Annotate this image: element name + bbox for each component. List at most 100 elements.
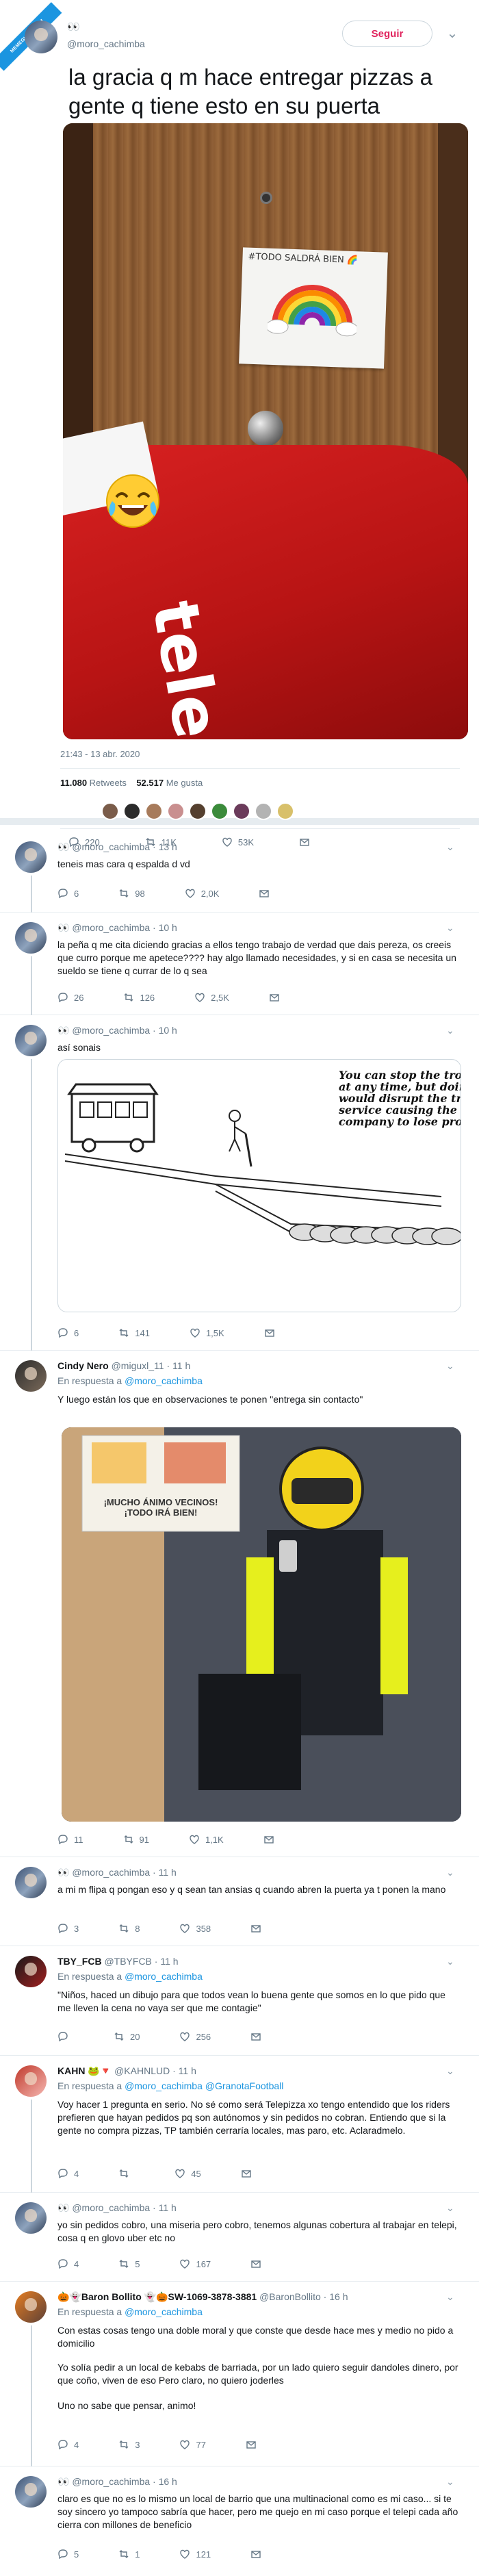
retweet-action[interactable]: 5 xyxy=(118,2258,140,2269)
retweet-action[interactable]: 1 xyxy=(118,2549,140,2560)
reply-action[interactable]: 5 xyxy=(57,2549,79,2560)
chevron-down-icon[interactable]: ⌄ xyxy=(446,1867,454,1878)
liker-avatar[interactable] xyxy=(123,802,141,820)
avatar[interactable] xyxy=(15,1867,47,1898)
avatar[interactable] xyxy=(15,2202,47,2234)
reply-author-name[interactable]: 👀 xyxy=(57,922,69,933)
reply-time[interactable]: 11 h xyxy=(159,1867,177,1878)
like-action[interactable]: 2,0K xyxy=(185,888,219,899)
retweet-action[interactable]: 20 xyxy=(114,2031,140,2042)
trolley-cartoon[interactable]: You can stop the trolley at any time, bu… xyxy=(57,1059,461,1312)
timestamp[interactable]: 21:43 - 13 abr. 2020 xyxy=(60,749,140,759)
liker-avatar[interactable] xyxy=(233,802,250,820)
dm-action[interactable] xyxy=(269,992,280,1003)
liker-avatar[interactable] xyxy=(101,802,119,820)
dm-action[interactable] xyxy=(250,2031,261,2042)
retweet-action[interactable]: 8 xyxy=(118,1923,140,1934)
reply-action[interactable] xyxy=(57,2031,74,2042)
chevron-down-icon[interactable]: ⌄ xyxy=(446,2202,454,2214)
avatar[interactable] xyxy=(15,2291,47,2323)
in-reply-to-handle[interactable]: @moro_cachimba xyxy=(125,1971,203,1982)
reply-handle[interactable]: @miguxl_11 xyxy=(112,1360,164,1371)
chevron-down-icon[interactable]: ⌄ xyxy=(446,2476,454,2488)
in-reply-to-handle[interactable]: @moro_cachimba @GranotaFootball xyxy=(125,2080,283,2091)
chevron-down-icon[interactable]: ⌄ xyxy=(446,841,454,853)
retweet-action[interactable]: 141 xyxy=(118,1327,150,1338)
like-action[interactable]: 1,5K xyxy=(190,1327,224,1338)
avatar[interactable] xyxy=(15,1956,47,1987)
liker-avatar[interactable] xyxy=(276,802,294,820)
reply-time[interactable]: 16 h xyxy=(159,2476,177,2487)
reply-time[interactable]: 11 h xyxy=(159,2202,177,2213)
liker-avatar[interactable] xyxy=(255,802,272,820)
reply-action[interactable]: 6 xyxy=(57,888,79,899)
reply-action[interactable]: 26 xyxy=(57,992,83,1003)
retweet-action[interactable]: 126 xyxy=(123,992,155,1003)
reply-tweet[interactable]: 👀 @moro_cachimba · 11 h ⌄ a mi m flipa q… xyxy=(0,1857,479,1946)
reply-time[interactable]: 13 h xyxy=(159,841,177,852)
liker-avatar[interactable] xyxy=(145,802,163,820)
reply-author-name[interactable]: Cindy Nero xyxy=(57,1360,109,1371)
reply-tweet[interactable]: 🎃👻Baron Bollito 👻🎃SW-1069-3878-3881 @Bar… xyxy=(0,2282,479,2466)
reply-action[interactable]: 11 xyxy=(57,1834,83,1845)
follow-button[interactable]: Seguir xyxy=(342,21,432,47)
reply-author-name[interactable]: 👀 xyxy=(57,2476,69,2487)
reply-tweet[interactable]: TBY_FCB @TBYFCB · 11 h ⌄ En respuesta a … xyxy=(0,1946,479,2056)
chevron-down-icon[interactable]: ⌄ xyxy=(446,2065,454,2077)
reply-action[interactable]: 4 xyxy=(57,2168,79,2179)
reply-time[interactable]: 11 h xyxy=(179,2065,196,2076)
reply-time[interactable]: 10 h xyxy=(159,1025,177,1036)
dm-action[interactable] xyxy=(250,1923,261,1934)
like-action[interactable]: 256 xyxy=(179,2031,211,2042)
like-action[interactable]: 1,1K xyxy=(189,1834,224,1845)
like-action[interactable]: 45 xyxy=(174,2168,201,2179)
reply-handle[interactable]: @TBYFCB xyxy=(104,1956,151,1967)
avatar[interactable] xyxy=(15,2065,47,2097)
like-action[interactable]: 77 xyxy=(179,2439,206,2450)
author-name[interactable]: 👀 xyxy=(67,21,80,33)
reply-time[interactable]: 11 h xyxy=(172,1360,190,1371)
retweet-action[interactable] xyxy=(118,2168,135,2179)
like-action[interactable]: 167 xyxy=(179,2258,211,2269)
reply-tweet[interactable]: 👀 @moro_cachimba · 11 h ⌄ yo sin pedidos… xyxy=(0,2193,479,2282)
like-action[interactable]: 358 xyxy=(179,1923,211,1934)
chevron-down-icon[interactable]: ⌄ xyxy=(446,922,454,934)
reply-author-name[interactable]: TBY_FCB xyxy=(57,1956,102,1967)
chevron-down-icon[interactable]: ⌄ xyxy=(446,1025,454,1036)
reply-author-name[interactable]: 👀 xyxy=(57,1867,69,1878)
avatar[interactable] xyxy=(15,1360,47,1392)
retweet-action[interactable]: 3 xyxy=(118,2439,140,2450)
reply-tweet[interactable]: 👀 @moro_cachimba · 10 h ⌄ así sonais You… xyxy=(0,1015,479,1351)
chevron-down-icon[interactable]: ⌄ xyxy=(446,1360,454,1372)
reply-handle[interactable]: @KAHNLUD xyxy=(114,2065,170,2076)
reply-action[interactable]: 6 xyxy=(57,1327,79,1338)
reply-action[interactable]: 4 xyxy=(57,2439,79,2450)
avatar[interactable] xyxy=(15,2476,47,2508)
reply-action[interactable]: 4 xyxy=(57,2258,79,2269)
dm-action[interactable] xyxy=(263,1834,274,1845)
reply-time[interactable]: 10 h xyxy=(159,922,177,933)
dm-action[interactable] xyxy=(250,2549,261,2560)
likes-label[interactable]: Me gusta xyxy=(166,778,203,788)
reply-tweet[interactable]: 👀 @moro_cachimba · 10 h ⌄ la peña q me c… xyxy=(0,913,479,1015)
likes-count[interactable]: 52.517 xyxy=(136,778,164,788)
tweet-photo[interactable]: #TODO SALDRÁ BIEN 🌈 telepi xyxy=(63,123,468,739)
dm-action[interactable] xyxy=(250,2258,261,2269)
avatar[interactable] xyxy=(15,841,47,873)
reply-handle[interactable]: @moro_cachimba xyxy=(72,922,150,933)
avatar[interactable] xyxy=(15,1025,47,1056)
dm-action[interactable] xyxy=(259,888,270,899)
reply-author-name[interactable]: 👀 xyxy=(57,841,69,852)
chevron-down-icon[interactable]: ⌄ xyxy=(446,1956,454,1967)
avatar[interactable] xyxy=(25,21,57,53)
like-action[interactable]: 2,5K xyxy=(194,992,229,1003)
dm-action[interactable] xyxy=(246,2439,257,2450)
reply-author-name[interactable]: 🎃👻Baron Bollito 👻🎃SW-1069-3878-3881 xyxy=(57,2291,257,2302)
dm-action[interactable] xyxy=(264,1327,275,1338)
reply-handle[interactable]: @moro_cachimba xyxy=(72,2476,150,2487)
like-action[interactable]: 121 xyxy=(179,2549,211,2560)
chevron-down-icon[interactable]: ⌄ xyxy=(446,2291,454,2303)
reply-handle[interactable]: @moro_cachimba xyxy=(72,1025,150,1036)
in-reply-to-handle[interactable]: @moro_cachimba xyxy=(125,1375,203,1386)
retweet-action[interactable]: 98 xyxy=(118,888,145,899)
